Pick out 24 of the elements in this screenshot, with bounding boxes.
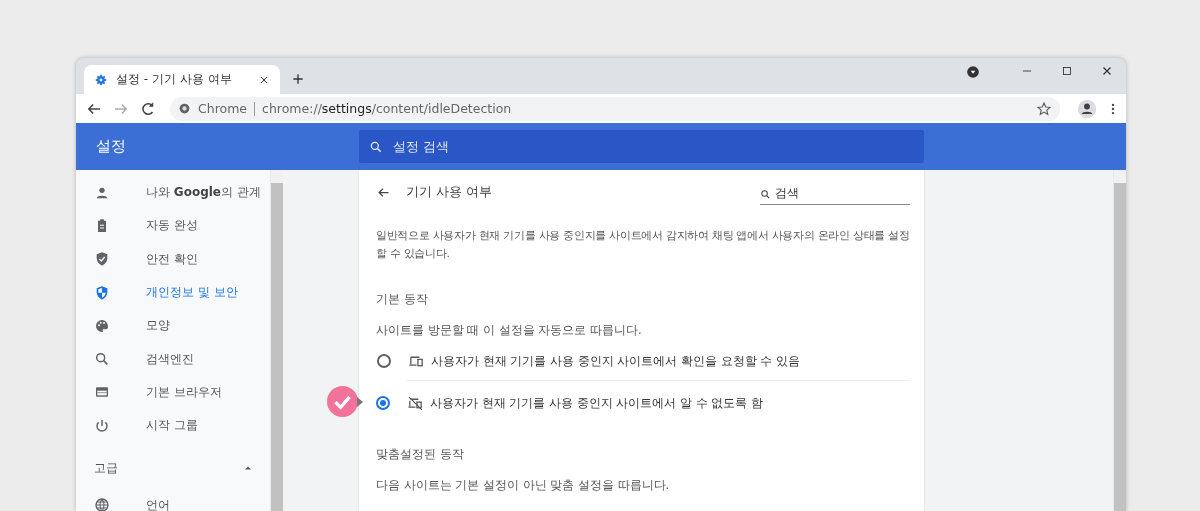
section-subtitle: 다음 사이트는 기본 설정이 아닌 맞춤 설정을 따릅니다.: [376, 478, 671, 493]
browser-tab[interactable]: 설정 - 기기 사용 여부: [84, 65, 280, 94]
sidebar-item[interactable]: 나와 Google의 관계: [76, 176, 270, 210]
section-heading: 맞춤설정된 동작: [376, 446, 465, 463]
section-heading: 기본 동작: [376, 291, 429, 308]
sidebar-item[interactable]: 시작 그룹: [76, 409, 270, 443]
description-text: 일반적으로 사용자가 현재 기기를 사용 중인지를 사이트에서 감지하여 채팅 앱에서 사용자의 온라인 상태를 설정할 수 있습니다.: [376, 228, 910, 262]
sidebar-item[interactable]: 개인정보 및 보안: [76, 275, 270, 310]
option-label[interactable]: 사용자가 현재 기기를 사용 중인지 사이트에서 알 수 없도록 함: [430, 395, 763, 411]
sidebar-item[interactable]: 안전 확인: [76, 242, 270, 276]
search-field[interactable]: 설정 검색: [359, 130, 924, 163]
advanced-section-toggle[interactable]: 고급: [76, 448, 270, 489]
address-bar[interactable]: Chrome chrome://settings/content/idleDetection: [170, 96, 1060, 121]
page-title: 기기 사용 여부: [406, 183, 492, 201]
url-text: chrome://settings/content/idleDetection: [262, 101, 512, 116]
sidebar-item[interactable]: 언어: [76, 488, 270, 511]
sidebar-item[interactable]: 모양: [76, 309, 270, 343]
site-label: Chrome: [198, 101, 248, 116]
sidebar-item[interactable]: 자동 완성: [76, 209, 270, 243]
sidebar-item[interactable]: 검색엔진: [76, 342, 270, 376]
sidebar-item[interactable]: 기본 브라우저: [76, 375, 270, 410]
option-label[interactable]: 사용자가 현재 기기를 사용 중인지 사이트에서 확인을 요청할 수 있음: [431, 353, 800, 369]
section-subtitle: 사이트를 방문할 때 이 설정을 자동으로 따릅니다.: [376, 323, 643, 338]
settings-title: 설정: [95, 137, 127, 156]
